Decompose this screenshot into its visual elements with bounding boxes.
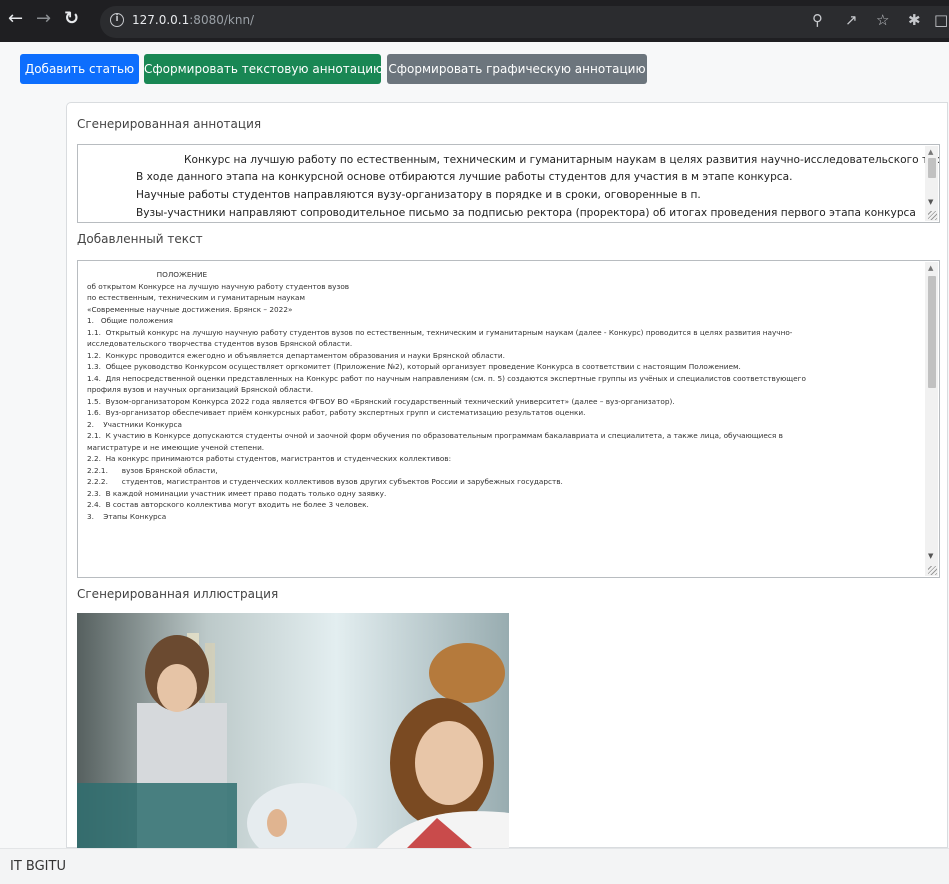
scroll-up-icon[interactable]: ▲ (928, 264, 933, 272)
text-line: магистратуре и не имеющие ученой степени… (87, 442, 265, 452)
scroll-down-icon[interactable]: ▼ (928, 552, 933, 560)
sidepanel-icon[interactable]: □ (934, 11, 948, 29)
add-article-button[interactable]: Добавить статью (20, 54, 139, 84)
footer-text: IT BGITU (10, 859, 66, 874)
text-line: 1.2. Конкурс проводится ежегодно и объяв… (87, 350, 505, 360)
browser-toolbar: ← → ↻ i 127.0.0.1:8080/knn/ ⚲ ↗ ☆ ✱ □ (0, 0, 949, 42)
generated-illustration-image (77, 613, 509, 848)
text-line: 1.5. Вузом-организатором Конкурса 2022 г… (87, 396, 675, 406)
forward-icon[interactable]: → (36, 9, 51, 29)
share-icon[interactable]: ↗ (845, 11, 858, 29)
scroll-down-icon[interactable]: ▼ (928, 198, 933, 206)
graphic-annotation-button[interactable]: Сформировать графическую аннотацию (387, 54, 647, 84)
text-line: 2.2. На конкурс принимаются работы студе… (87, 454, 452, 463)
text-line: 2.4. В состав авторского коллектива могу… (87, 500, 369, 509)
bookmark-star-icon[interactable]: ☆ (876, 11, 889, 29)
text-line: «Современные научные достижения. Брянск … (87, 304, 293, 314)
text-line: 1.6. Вуз-организатор обеспечивает приём … (87, 408, 586, 417)
scroll-up-icon[interactable]: ▲ (928, 148, 933, 156)
text-line: ПОЛОЖЕНИЕ (87, 270, 208, 279)
text-line: 2.2.1. вузов Брянской области, (87, 465, 218, 475)
annotation-scrollbar[interactable]: ▲ ▼ (925, 146, 938, 221)
reload-icon[interactable]: ↻ (64, 9, 79, 29)
illustration-scene (77, 613, 509, 848)
annotation-line: Конкурс на лучшую работу по естественным… (184, 154, 940, 166)
site-info-icon[interactable]: i (110, 13, 124, 27)
annotation-label: Сгенерированная аннотация (77, 117, 262, 131)
footer: IT BGITU (0, 848, 949, 884)
text-line: 3. Этапы Конкурса (87, 511, 167, 521)
text-line: 1. Общие положения (87, 316, 173, 325)
annotation-line: Вузы-участники направляют сопроводительн… (136, 207, 916, 219)
extensions-icon[interactable]: ✱ (908, 11, 921, 29)
text-line: исследовательского творчества студентов … (87, 339, 353, 348)
text-annotation-button[interactable]: Сформировать текстовую аннотацию (144, 54, 383, 84)
text-line: 1.4. Для непосредственной оценки предста… (87, 373, 806, 383)
added-text-content: ПОЛОЖЕНИЕ об открытом Конкурсе на лучшую… (87, 269, 927, 522)
added-text-label: Добавленный текст (77, 232, 203, 246)
added-text-textarea[interactable]: ПОЛОЖЕНИЕ об открытом Конкурсе на лучшую… (77, 260, 940, 578)
scroll-thumb[interactable] (928, 276, 936, 388)
text-line: по естественным, техническим и гуманитар… (87, 293, 306, 302)
text-line: 2.3. В каждой номинации участник имеет п… (87, 488, 387, 498)
text-line: профиля вузов и научных организаций Брян… (87, 385, 314, 394)
text-line: 2. Участники Конкурса (87, 419, 182, 429)
annotation-textarea[interactable]: Конкурс на лучшую работу по естественным… (77, 144, 940, 223)
text-line: об открытом Конкурсе на лучшую научную р… (87, 281, 350, 291)
added-text-scrollbar[interactable]: ▲ ▼ (925, 262, 938, 576)
text-line: 2.2.2. студентов, магистрантов и студенч… (87, 477, 563, 486)
illustration-label: Сгенерированная иллюстрация (77, 587, 279, 601)
annotation-line: В ходе данного этапа на конкурсной основ… (136, 171, 793, 183)
main-card: Сгенерированная аннотация Конкурс на луч… (66, 102, 948, 848)
url-text[interactable]: 127.0.0.1:8080/knn/ (132, 12, 254, 28)
zoom-icon[interactable]: ⚲ (812, 11, 823, 29)
text-line: 1.1. Открытый конкурс на лучшую научную … (87, 327, 793, 337)
resize-handle-icon[interactable] (928, 566, 937, 575)
scroll-thumb[interactable] (928, 158, 936, 178)
resize-handle-icon[interactable] (928, 211, 937, 220)
text-line: 1.3. Общее руководство Конкурсом осущест… (87, 362, 741, 371)
annotation-line: Научные работы студентов направляются ву… (136, 189, 701, 201)
text-line: 2.1. К участию в Конкурсе допускаются ст… (87, 431, 783, 440)
back-icon[interactable]: ← (8, 9, 23, 29)
